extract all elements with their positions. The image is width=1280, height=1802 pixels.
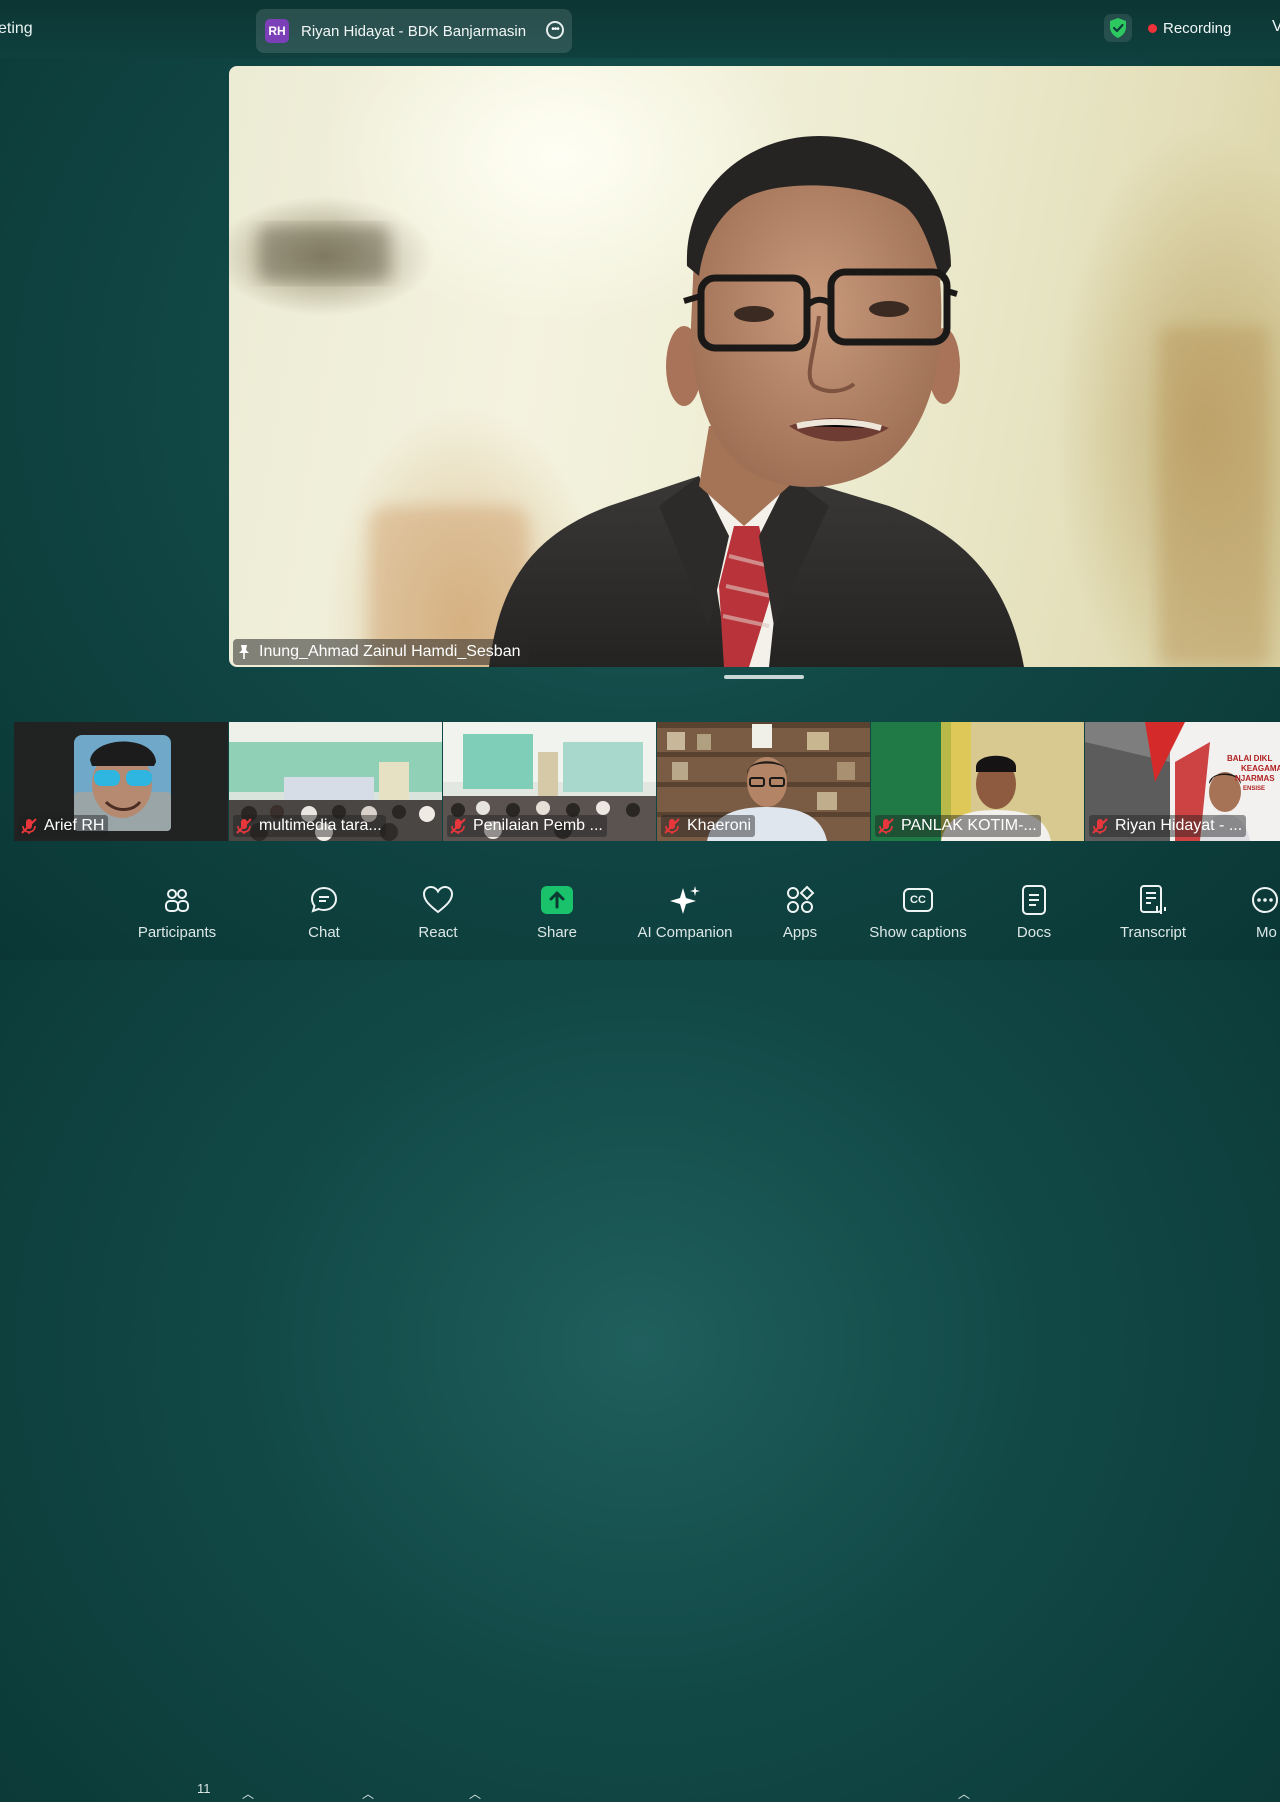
participants-label: Participants [137, 924, 217, 941]
mic-muted-icon [664, 818, 680, 834]
participant-tile[interactable]: Penilaian Pemb ... [443, 722, 656, 841]
mic-muted-icon [450, 818, 466, 834]
participant-name: Penilaian Pemb ... [473, 817, 603, 834]
host-info-pill[interactable]: RH Riyan Hidayat - BDK Banjarmasin ••• [256, 9, 572, 53]
slide-text-line: BALAI DIKL [1227, 754, 1273, 763]
chat-button[interactable]: Chat [294, 880, 354, 958]
slide-text-line: ENSISE [1243, 786, 1266, 792]
chevron-up-icon[interactable]: ︿ [362, 1785, 374, 1802]
mic-muted-icon [21, 818, 37, 834]
participant-name-label: PANLAK KOTIM-... [875, 815, 1041, 837]
more-options-icon[interactable]: ••• [546, 21, 564, 39]
view-button[interactable]: V [1272, 18, 1280, 36]
chevron-up-icon[interactable]: ︿ [958, 1785, 970, 1802]
more-label: Mo [1256, 924, 1277, 941]
react-label: React [418, 924, 458, 941]
captions-icon: CC [903, 880, 933, 920]
transcript-label: Transcript [1119, 924, 1187, 941]
participant-name-label: Arief RH [18, 815, 109, 837]
mic-muted-icon [236, 818, 252, 834]
transcript-button[interactable]: Transcript [1110, 880, 1196, 958]
transcript-icon [1137, 880, 1169, 920]
show-captions-button[interactable]: CC Show captions [862, 880, 974, 958]
share-button[interactable]: Share [527, 880, 587, 958]
participants-count: 11 [197, 1781, 211, 1796]
host-name: Riyan Hidayat - BDK Banjarmasin [301, 22, 527, 40]
recording-dot-icon [1148, 23, 1157, 33]
apps-label: Apps [782, 924, 818, 941]
security-shield-icon[interactable] [1104, 14, 1132, 42]
speaker-video-image [259, 136, 1269, 667]
heart-icon [422, 880, 454, 920]
docs-label: Docs [1016, 924, 1052, 941]
chevron-up-icon[interactable]: ︿ [242, 1785, 254, 1802]
react-button[interactable]: React [408, 880, 468, 958]
participant-name-label: multimedia tara... [233, 815, 386, 837]
pin-icon [239, 645, 249, 659]
recording-label: Recording [1163, 19, 1232, 37]
participant-name-label: Riyan Hidayat - ... [1089, 815, 1247, 837]
participant-name-label: Penilaian Pemb ... [447, 815, 607, 837]
host-avatar: RH [265, 19, 289, 43]
participant-name: multimedia tara... [259, 817, 382, 834]
chat-label: Chat [308, 924, 340, 941]
participant-name: PANLAK KOTIM-... [901, 817, 1037, 834]
participant-name: Riyan Hidayat - ... [1115, 817, 1243, 834]
more-button[interactable]: Mo [1250, 880, 1280, 958]
ai-companion-label: AI Companion [637, 924, 733, 941]
docs-button[interactable]: Docs [1004, 880, 1064, 958]
participant-name-label: Khaeroni [661, 815, 756, 837]
participant-tile[interactable]: Khaeroni [657, 722, 870, 841]
recording-indicator[interactable]: Recording [1148, 13, 1231, 43]
mic-muted-icon [1092, 818, 1108, 834]
meeting-title: eting [0, 20, 33, 37]
participant-tile[interactable]: multimedia tara... [229, 722, 442, 841]
meeting-toolbar: Participants 11 ︿ Chat ︿ React ︿ Share A… [0, 880, 1280, 1801]
resize-handle[interactable] [724, 675, 804, 679]
chevron-up-icon[interactable]: ︿ [469, 1785, 481, 1802]
participants-icon [163, 880, 191, 920]
speaker-name: Inung_Ahmad Zainul Hamdi_Sesban [259, 643, 521, 660]
active-speaker-video[interactable]: Inung_Ahmad Zainul Hamdi_Sesban [229, 66, 1280, 667]
slide-text-line: NJARMAS [1235, 774, 1275, 783]
share-label: Share [536, 924, 578, 941]
slide-title: BALAI DIKL KEAGAMA NJARMAS ENSISE [1227, 754, 1280, 794]
more-icon [1250, 880, 1280, 920]
participant-tile[interactable]: BALAI DIKL KEAGAMA NJARMAS ENSISE Riyan … [1085, 722, 1280, 841]
top-bar: eting RH Riyan Hidayat - BDK Banjarmasin… [0, 0, 1280, 58]
chat-icon [309, 880, 339, 920]
ai-companion-button[interactable]: AI Companion [630, 880, 740, 958]
mic-muted-icon [878, 818, 894, 834]
cc-glyph: CC [903, 888, 933, 912]
participant-name: Arief RH [44, 817, 105, 834]
participants-button[interactable]: Participants [132, 880, 222, 958]
apps-button[interactable]: Apps [770, 880, 830, 958]
participant-tile[interactable]: PANLAK KOTIM-... [871, 722, 1084, 841]
slide-text-line: KEAGAMA [1241, 764, 1280, 773]
apps-icon [785, 880, 815, 920]
show-captions-label: Show captions [869, 924, 967, 941]
sparkle-icon [669, 880, 701, 920]
participant-name: Khaeroni [687, 817, 752, 834]
share-icon [541, 880, 573, 920]
speaker-name-label: Inung_Ahmad Zainul Hamdi_Sesban [233, 639, 529, 665]
participant-tile[interactable]: Arief RH [14, 722, 228, 841]
docs-icon [1020, 880, 1048, 920]
participant-filmstrip: Arief RH multimedia tara... Penilaian Pe… [14, 722, 1280, 841]
